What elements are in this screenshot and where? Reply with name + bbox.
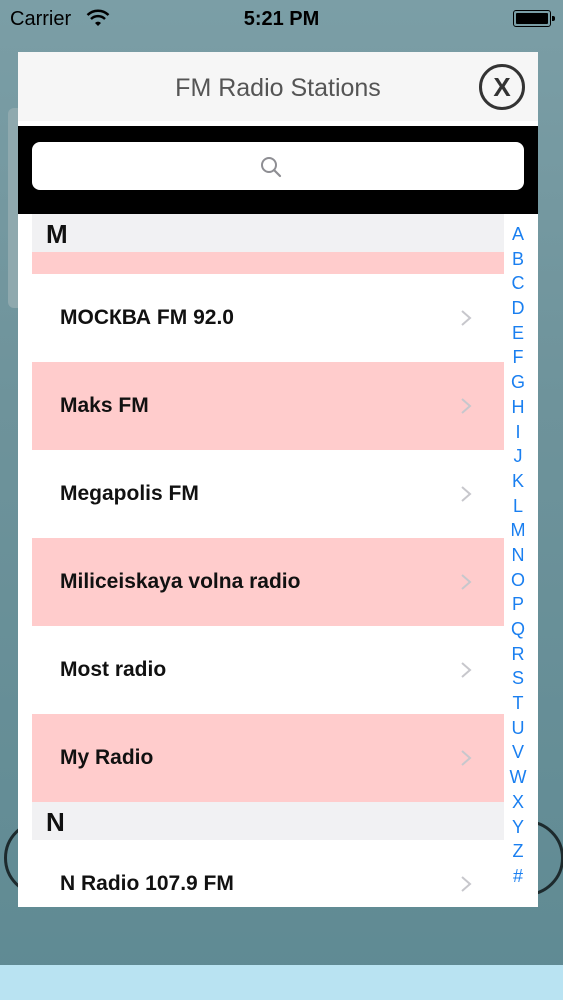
- chevron-right-icon: [461, 876, 472, 892]
- index-letter[interactable]: B: [505, 247, 531, 272]
- station-name: My Radio: [60, 746, 154, 769]
- close-icon: X: [493, 72, 511, 102]
- chevron-right-icon: [461, 574, 472, 590]
- section-header-n: N: [32, 802, 504, 840]
- index-letter[interactable]: P: [505, 592, 531, 617]
- index-letter[interactable]: R: [505, 642, 531, 667]
- bottom-bar: [0, 965, 563, 1000]
- index-letter[interactable]: S: [505, 666, 531, 691]
- partial-row: [32, 252, 504, 274]
- modal-title: FM Radio Stations: [175, 74, 381, 102]
- section-index[interactable]: A B C D E F G H I J K L M N O P Q R S T U V W X Y Z #: [505, 222, 531, 889]
- modal-header: FM Radio Stations X: [18, 52, 538, 126]
- status-bar: Carrier 5:21 PM: [0, 0, 563, 40]
- chevron-right-icon: [461, 486, 472, 502]
- index-letter[interactable]: W: [505, 765, 531, 790]
- index-letter[interactable]: G: [505, 370, 531, 395]
- index-letter[interactable]: T: [505, 691, 531, 716]
- station-row[interactable]: N Radio 107.9 FM: [32, 840, 504, 907]
- station-list[interactable]: M МОСКВА FM 92.0 Maks FM Megapolis FM Mi…: [32, 214, 504, 907]
- chevron-right-icon: [461, 750, 472, 766]
- index-letter[interactable]: E: [505, 321, 531, 346]
- station-row[interactable]: МОСКВА FM 92.0: [32, 274, 504, 362]
- chevron-right-icon: [461, 398, 472, 414]
- station-row[interactable]: Megapolis FM: [32, 450, 504, 538]
- battery-icon: [513, 10, 555, 27]
- index-letter[interactable]: M: [505, 518, 531, 543]
- index-letter[interactable]: K: [505, 469, 531, 494]
- index-letter[interactable]: L: [505, 494, 531, 519]
- index-letter[interactable]: Z: [505, 839, 531, 864]
- index-letter[interactable]: D: [505, 296, 531, 321]
- index-letter[interactable]: Y: [505, 815, 531, 840]
- station-name: Most radio: [60, 658, 167, 681]
- index-letter[interactable]: N: [505, 543, 531, 568]
- clock: 5:21 PM: [243, 8, 320, 30]
- index-letter[interactable]: V: [505, 740, 531, 765]
- stations-modal: FM Radio Stations X M МОСКВА FM 92.0 Mak…: [18, 52, 538, 907]
- section-header-m: M: [32, 214, 504, 252]
- index-letter[interactable]: A: [505, 222, 531, 247]
- station-name: Maks FM: [60, 394, 149, 417]
- search-bar: [18, 126, 538, 214]
- index-letter[interactable]: J: [505, 444, 531, 469]
- index-letter[interactable]: X: [505, 790, 531, 815]
- index-letter[interactable]: #: [505, 864, 531, 889]
- index-letter[interactable]: I: [505, 420, 531, 445]
- index-letter[interactable]: C: [505, 271, 531, 296]
- index-letter[interactable]: H: [505, 395, 531, 420]
- index-letter[interactable]: F: [505, 345, 531, 370]
- station-name: Miliceiskaya volna radio: [60, 570, 301, 593]
- station-row[interactable]: My Radio: [32, 714, 504, 802]
- search-icon: [261, 157, 282, 178]
- station-row[interactable]: Miliceiskaya volna radio: [32, 538, 504, 626]
- station-row[interactable]: Maks FM: [32, 362, 504, 450]
- section-letter: M: [46, 219, 68, 249]
- station-row[interactable]: Most radio: [32, 626, 504, 714]
- chevron-right-icon: [461, 310, 472, 326]
- close-button[interactable]: X: [479, 64, 525, 110]
- index-letter[interactable]: Q: [505, 617, 531, 642]
- index-letter[interactable]: O: [505, 568, 531, 593]
- station-name: N Radio 107.9 FM: [60, 872, 234, 895]
- station-name: Megapolis FM: [60, 482, 199, 505]
- station-name: МОСКВА FM 92.0: [60, 306, 234, 329]
- section-letter: N: [46, 807, 65, 837]
- search-input[interactable]: [32, 142, 524, 190]
- index-letter[interactable]: U: [505, 716, 531, 741]
- chevron-right-icon: [461, 662, 472, 678]
